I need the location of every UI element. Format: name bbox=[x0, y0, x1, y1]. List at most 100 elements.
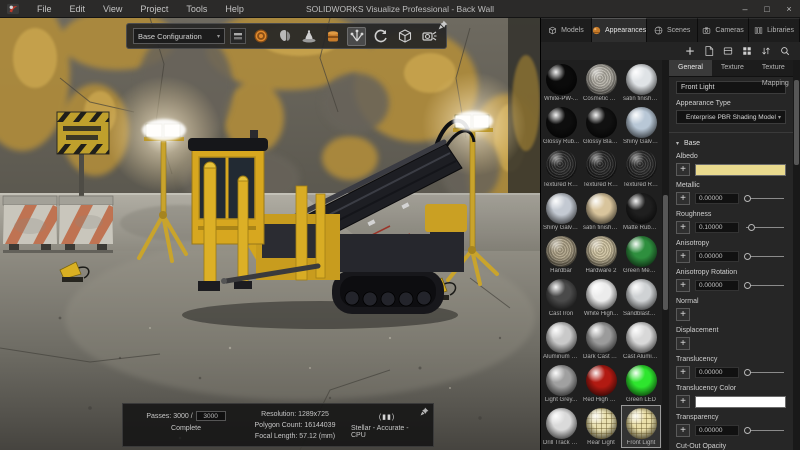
material-thumb[interactable]: Glossy Rub... bbox=[541, 104, 581, 147]
appearance-stack-icon[interactable] bbox=[299, 27, 318, 46]
render-camera-icon[interactable] bbox=[419, 27, 438, 46]
metallic-add-texture-button[interactable]: + bbox=[676, 192, 690, 205]
menu-help[interactable]: Help bbox=[216, 0, 253, 18]
material-thumb[interactable]: Green LED bbox=[621, 362, 661, 405]
add-icon[interactable] bbox=[685, 46, 695, 56]
material-label: Textured Ru... bbox=[542, 182, 580, 188]
material-thumb[interactable]: Cast Iron bbox=[541, 276, 581, 319]
passes-input[interactable] bbox=[196, 411, 226, 421]
material-thumb[interactable]: Shiny Galva... bbox=[621, 104, 661, 147]
anisotropy-value-input[interactable] bbox=[695, 251, 739, 262]
transparency-add-texture-button[interactable]: + bbox=[676, 424, 690, 437]
translucency-add-texture-button[interactable]: + bbox=[676, 366, 690, 379]
sort-icon[interactable] bbox=[761, 46, 771, 56]
material-sphere bbox=[546, 279, 577, 310]
material-thumb[interactable]: Light Grey... bbox=[541, 362, 581, 405]
tab-texture-mapping[interactable]: Texture Mapping bbox=[753, 60, 793, 76]
transparency-value-input[interactable] bbox=[695, 425, 739, 436]
render-viewport[interactable]: Base Configuration ▾ bbox=[0, 18, 540, 450]
appearance-type-dropdown[interactable]: Enterprise PBR Shading Model ▾ bbox=[676, 110, 786, 124]
material-thumb[interactable]: White-PW-... bbox=[541, 61, 581, 104]
material-thumb[interactable]: White High... bbox=[581, 276, 621, 319]
material-thumb[interactable]: Green Medi... bbox=[621, 233, 661, 276]
menu-file[interactable]: File bbox=[28, 0, 61, 18]
anisotropy-rotation-slider[interactable] bbox=[744, 280, 786, 291]
properties-scrollbar[interactable] bbox=[793, 60, 800, 450]
tab-libraries[interactable]: Libraries bbox=[749, 18, 800, 42]
tab-models[interactable]: Models bbox=[541, 18, 592, 42]
search-icon[interactable] bbox=[780, 46, 790, 56]
material-thumb-selected[interactable]: Front Light bbox=[621, 405, 661, 448]
roughness-slider[interactable] bbox=[744, 222, 786, 233]
roughness-value-input[interactable] bbox=[695, 222, 739, 233]
metallic-slider[interactable] bbox=[744, 193, 786, 204]
material-thumb[interactable]: Cosmetic Th... bbox=[581, 61, 621, 104]
displacement-add-texture-button[interactable]: + bbox=[676, 337, 690, 350]
anisotropy-rotation-value-input[interactable] bbox=[695, 280, 739, 291]
grid-view-icon[interactable] bbox=[742, 46, 752, 56]
import-icon[interactable] bbox=[704, 46, 714, 56]
material-thumb[interactable]: Textured Ru... bbox=[581, 147, 621, 190]
material-thumb[interactable]: Aluminum P... bbox=[541, 319, 581, 362]
minimize-button[interactable]: – bbox=[734, 0, 756, 18]
albedo-color-swatch[interactable] bbox=[695, 164, 786, 176]
anisotropy-add-texture-button[interactable]: + bbox=[676, 250, 690, 263]
material-thumb[interactable]: satin finish s... bbox=[581, 190, 621, 233]
scrollbar-thumb[interactable] bbox=[663, 195, 668, 310]
material-bucket-icon[interactable] bbox=[323, 27, 342, 46]
albedo-add-texture-button[interactable]: + bbox=[676, 163, 690, 176]
menu-tools[interactable]: Tools bbox=[177, 0, 216, 18]
normal-add-texture-button[interactable]: + bbox=[676, 308, 690, 321]
scene-canvas[interactable] bbox=[0, 18, 540, 450]
menu-view[interactable]: View bbox=[94, 0, 131, 18]
scrollbar-thumb[interactable] bbox=[794, 80, 799, 165]
material-thumb[interactable]: Dark Cast Al... bbox=[581, 319, 621, 362]
material-thumb[interactable]: Cast Alumin... bbox=[621, 319, 661, 362]
maximize-button[interactable]: □ bbox=[756, 0, 778, 18]
denoiser-brain-icon[interactable] bbox=[275, 27, 294, 46]
material-thumb[interactable]: Textured Ru... bbox=[541, 147, 581, 190]
material-thumb[interactable]: Glossy Black... bbox=[581, 104, 621, 147]
tab-appearances[interactable]: Appearances bbox=[592, 18, 647, 42]
render-target-icon[interactable] bbox=[251, 27, 270, 46]
configuration-dropdown[interactable]: Base Configuration ▾ bbox=[133, 28, 225, 44]
translucency-color-add-texture-button[interactable]: + bbox=[676, 395, 690, 408]
list-view-icon[interactable] bbox=[723, 46, 733, 56]
turntable-icon[interactable] bbox=[371, 27, 390, 46]
material-thumb[interactable]: Shiny Galva... bbox=[541, 190, 581, 233]
translucency-slider[interactable] bbox=[744, 367, 786, 378]
material-thumb[interactable]: Drill Track C... bbox=[541, 405, 581, 448]
material-thumb[interactable]: Textured Ru... bbox=[621, 147, 661, 190]
base-section-header[interactable]: ▾ Base bbox=[676, 140, 786, 147]
tab-texture[interactable]: Texture bbox=[712, 60, 753, 76]
anisotropy-slider[interactable] bbox=[744, 251, 786, 262]
material-thumb[interactable]: Red High Gl... bbox=[581, 362, 621, 405]
metallic-value-input[interactable] bbox=[695, 193, 739, 204]
materials-scrollbar[interactable] bbox=[662, 60, 669, 450]
translucency-value-input[interactable] bbox=[695, 367, 739, 378]
status-pin-icon[interactable] bbox=[420, 407, 429, 416]
books-icon bbox=[754, 26, 763, 35]
material-thumb[interactable]: Hardware 2 bbox=[581, 233, 621, 276]
material-thumb[interactable]: Rear Light bbox=[581, 405, 621, 448]
material-thumb[interactable]: Sandblasted... bbox=[621, 276, 661, 319]
anisotropy-rotation-add-texture-button[interactable]: + bbox=[676, 279, 690, 292]
material-thumb[interactable]: Hardbar bbox=[541, 233, 581, 276]
tab-cameras[interactable]: Cameras bbox=[698, 18, 749, 42]
model-box-icon[interactable] bbox=[395, 27, 414, 46]
translucency-color-swatch[interactable] bbox=[695, 396, 786, 408]
configuration-list-button[interactable] bbox=[230, 28, 246, 44]
tab-scenes[interactable]: Scenes bbox=[647, 18, 698, 42]
menu-project[interactable]: Project bbox=[131, 0, 177, 18]
material-thumb[interactable]: Matte Rubb... bbox=[621, 190, 661, 233]
transparency-slider[interactable] bbox=[744, 425, 786, 436]
material-label: Hardbar bbox=[542, 268, 580, 274]
roughness-add-texture-button[interactable]: + bbox=[676, 221, 690, 234]
pin-icon[interactable] bbox=[438, 20, 448, 30]
object-manipulation-icon[interactable] bbox=[347, 27, 366, 46]
close-button[interactable]: × bbox=[778, 0, 800, 18]
pause-icon[interactable]: (▮▮) bbox=[379, 413, 395, 421]
tab-general[interactable]: General bbox=[669, 60, 712, 76]
material-thumb[interactable]: satin finish s... bbox=[621, 61, 661, 104]
menu-edit[interactable]: Edit bbox=[61, 0, 95, 18]
